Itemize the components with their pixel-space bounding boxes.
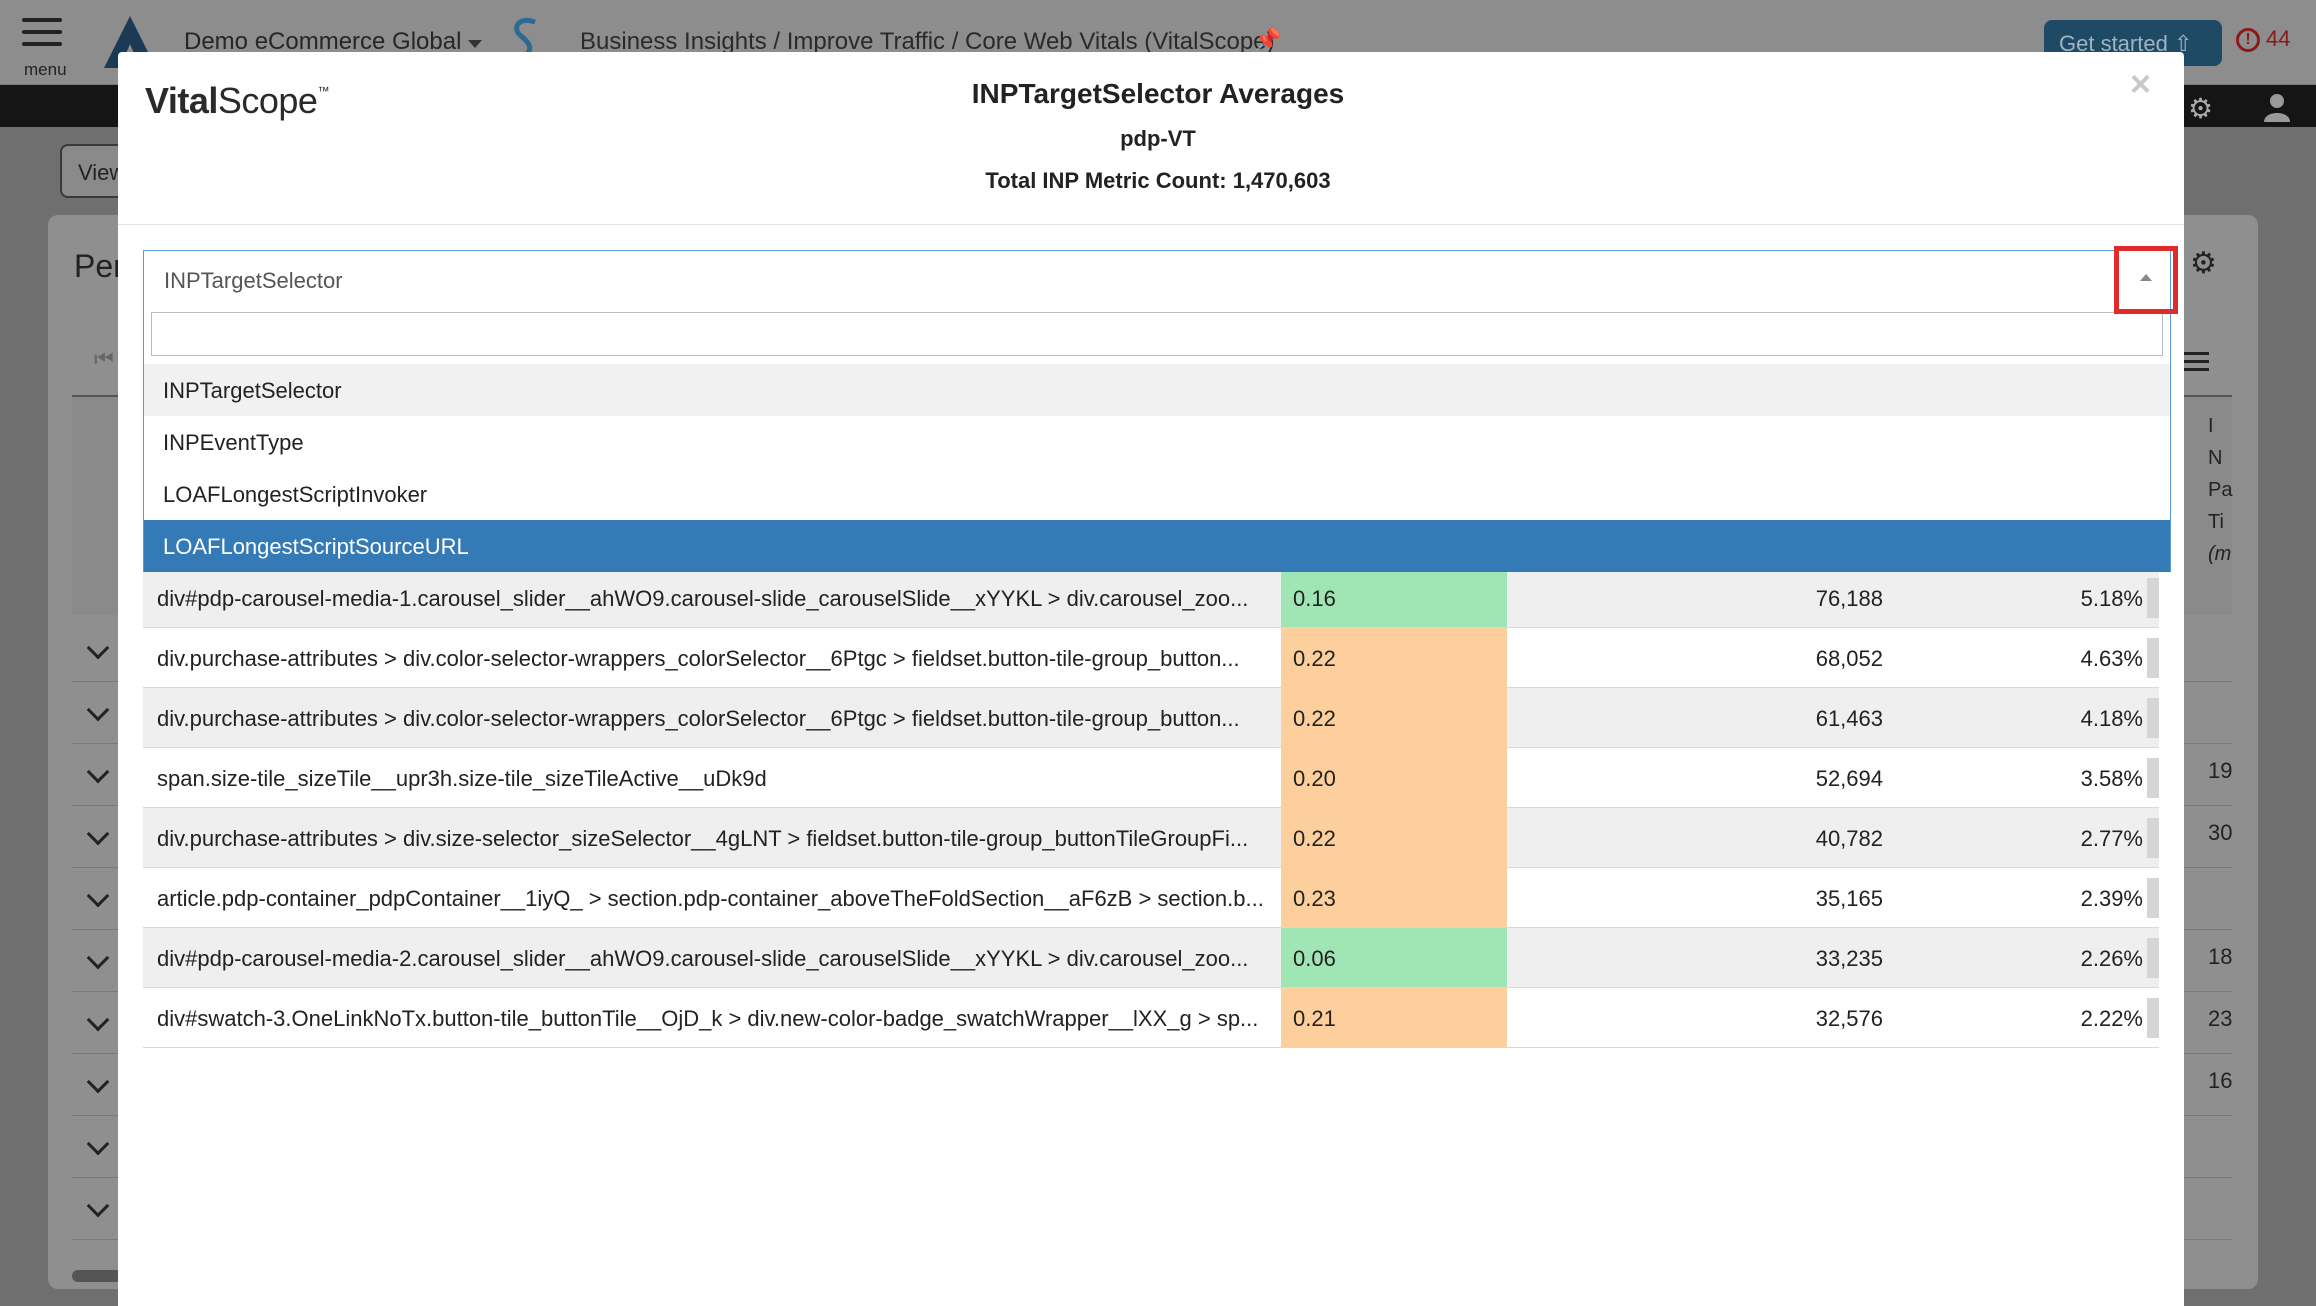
- count-cell: 76,188: [1815, 586, 1883, 611]
- percent-bar: [2147, 818, 2159, 858]
- dropdown-option[interactable]: LOAFLongestScriptSourceURL: [144, 520, 2170, 572]
- expand-chevron-icon[interactable]: [86, 946, 110, 970]
- percent-cell: 2.22%: [2080, 1006, 2143, 1031]
- selector-cell: div.purchase-attributes > div.color-sele…: [157, 706, 1240, 731]
- count-cell: 32,576: [1815, 1006, 1883, 1031]
- alert-icon: !: [2236, 28, 2260, 53]
- chevron-down-icon[interactable]: [468, 40, 482, 48]
- selector-cell: div#swatch-3.OneLinkNoTx.button-tile_but…: [157, 1006, 1259, 1031]
- inp-average-cell: 0.21: [1281, 988, 1507, 1047]
- inp-average-cell: 0.22: [1281, 688, 1507, 747]
- selector-cell: span.size-tile_sizeTile__upr3h.size-tile…: [157, 766, 767, 791]
- modal-divider: [118, 224, 2184, 225]
- pin-icon[interactable]: 📌: [1254, 27, 1281, 53]
- selector-cell: div.purchase-attributes > div.size-selec…: [157, 826, 1249, 851]
- background-value: 19: [2208, 758, 2233, 783]
- expand-chevron-icon[interactable]: [86, 636, 110, 660]
- percent-bar: [2147, 938, 2159, 978]
- count-cell: 35,165: [1815, 886, 1883, 911]
- percent-bar: [2147, 698, 2159, 738]
- background-value: 30: [2208, 820, 2233, 845]
- dropdown-option[interactable]: LOAFLongestScriptInvoker: [144, 468, 2170, 520]
- expand-chevron-icon[interactable]: [86, 760, 110, 784]
- alerts-badge[interactable]: ! 44: [2236, 26, 2291, 53]
- expand-chevron-icon[interactable]: [86, 1008, 110, 1032]
- inp-average-cell: 0.20: [1281, 748, 1507, 807]
- hamburger-icon-bar: [22, 42, 62, 46]
- inp-average-cell: 0.22: [1281, 628, 1507, 687]
- selector-cell: article.pdp-container_pdpContainer__1iyQ…: [157, 886, 1264, 911]
- header-fragment: Pa: [2208, 479, 2233, 501]
- modal-subtitle: pdp-VT: [1120, 126, 1196, 151]
- dimension-select[interactable]: INPTargetSelector: [143, 250, 2171, 310]
- chevron-up-icon[interactable]: [2140, 274, 2152, 281]
- table-row[interactable]: span.size-tile_sizeTile__upr3h.size-tile…: [143, 748, 2159, 808]
- expand-chevron-icon[interactable]: [86, 1194, 110, 1218]
- percent-cell: 5.18%: [2080, 586, 2143, 611]
- card-title: Per: [74, 248, 124, 284]
- modal-title: INPTargetSelector Averages: [971, 78, 1345, 109]
- header-fragment: Ti: [2208, 511, 2224, 533]
- hamburger-icon: [22, 18, 62, 22]
- dropdown-search-input[interactable]: [151, 312, 2163, 356]
- background-value: 23: [2208, 1006, 2233, 1031]
- percent-cell: 2.26%: [2080, 946, 2143, 971]
- expand-chevron-icon[interactable]: [86, 1070, 110, 1094]
- table-row[interactable]: article.pdp-container_pdpContainer__1iyQ…: [143, 868, 2159, 928]
- menu-button[interactable]: menu: [18, 14, 68, 79]
- card-settings-gear-icon[interactable]: ⚙: [2190, 246, 2217, 281]
- selector-cell: div#pdp-carousel-media-2.carousel_slider…: [157, 946, 1249, 971]
- percent-cell: 4.63%: [2080, 646, 2143, 671]
- count-cell: 68,052: [1815, 646, 1883, 671]
- table-row[interactable]: div.purchase-attributes > div.size-selec…: [143, 808, 2159, 868]
- header-fragment: (m: [2208, 543, 2232, 565]
- dropdown-option[interactable]: INPTargetSelector: [144, 364, 2170, 416]
- select-value: INPTargetSelector: [164, 268, 343, 293]
- count-cell: 61,463: [1815, 706, 1883, 731]
- inp-average-cell: 0.16: [1281, 568, 1507, 627]
- inp-average-cell: 0.23: [1281, 868, 1507, 927]
- total-metric-count: Total INP Metric Count: 1,470,603: [985, 168, 1331, 193]
- background-value: 18: [2208, 944, 2233, 969]
- header-fragment: N: [2208, 447, 2223, 469]
- percent-bar: [2147, 638, 2159, 678]
- expand-chevron-icon[interactable]: [86, 1132, 110, 1156]
- inp-average-cell: 0.06: [1281, 928, 1507, 987]
- selector-cell: div.purchase-attributes > div.color-sele…: [157, 646, 1240, 671]
- percent-bar: [2147, 878, 2159, 918]
- hamburger-icon-bar: [22, 30, 62, 34]
- close-icon[interactable]: ×: [2130, 66, 2151, 102]
- alert-count: 44: [2266, 26, 2291, 51]
- column-menu-icon[interactable]: [2183, 347, 2209, 376]
- expand-chevron-icon[interactable]: [86, 884, 110, 908]
- inp-average-cell: 0.22: [1281, 808, 1507, 867]
- count-cell: 52,694: [1815, 766, 1883, 791]
- table-row[interactable]: div#pdp-carousel-media-2.carousel_slider…: [143, 928, 2159, 988]
- count-cell: 40,782: [1815, 826, 1883, 851]
- selector-cell: div#pdp-carousel-media-1.carousel_slider…: [157, 586, 1249, 611]
- count-cell: 33,235: [1815, 946, 1883, 971]
- background-value: 16: [2208, 1068, 2233, 1093]
- dropdown-option[interactable]: INPEventType: [144, 416, 2170, 468]
- percent-cell: 4.18%: [2080, 706, 2143, 731]
- header-fragment: I: [2208, 415, 2214, 437]
- percent-cell: 2.77%: [2080, 826, 2143, 851]
- percent-bar: [2147, 758, 2159, 798]
- percent-cell: 3.58%: [2080, 766, 2143, 791]
- table-row[interactable]: div.purchase-attributes > div.color-sele…: [143, 628, 2159, 688]
- table-row[interactable]: div#pdp-carousel-media-1.carousel_slider…: [143, 568, 2159, 628]
- percent-bar: [2147, 998, 2159, 1038]
- expand-chevron-icon[interactable]: [86, 822, 110, 846]
- percent-bar: [2147, 578, 2159, 618]
- table-row[interactable]: div#swatch-3.OneLinkNoTx.button-tile_but…: [143, 988, 2159, 1048]
- first-page-icon[interactable]: ⏮: [94, 346, 114, 372]
- expand-chevron-icon[interactable]: [86, 698, 110, 722]
- menu-label: menu: [24, 60, 67, 79]
- percent-cell: 2.39%: [2080, 886, 2143, 911]
- table-row[interactable]: div.purchase-attributes > div.color-sele…: [143, 688, 2159, 748]
- background-column-header: I N Pa Ti (m: [2208, 410, 2232, 570]
